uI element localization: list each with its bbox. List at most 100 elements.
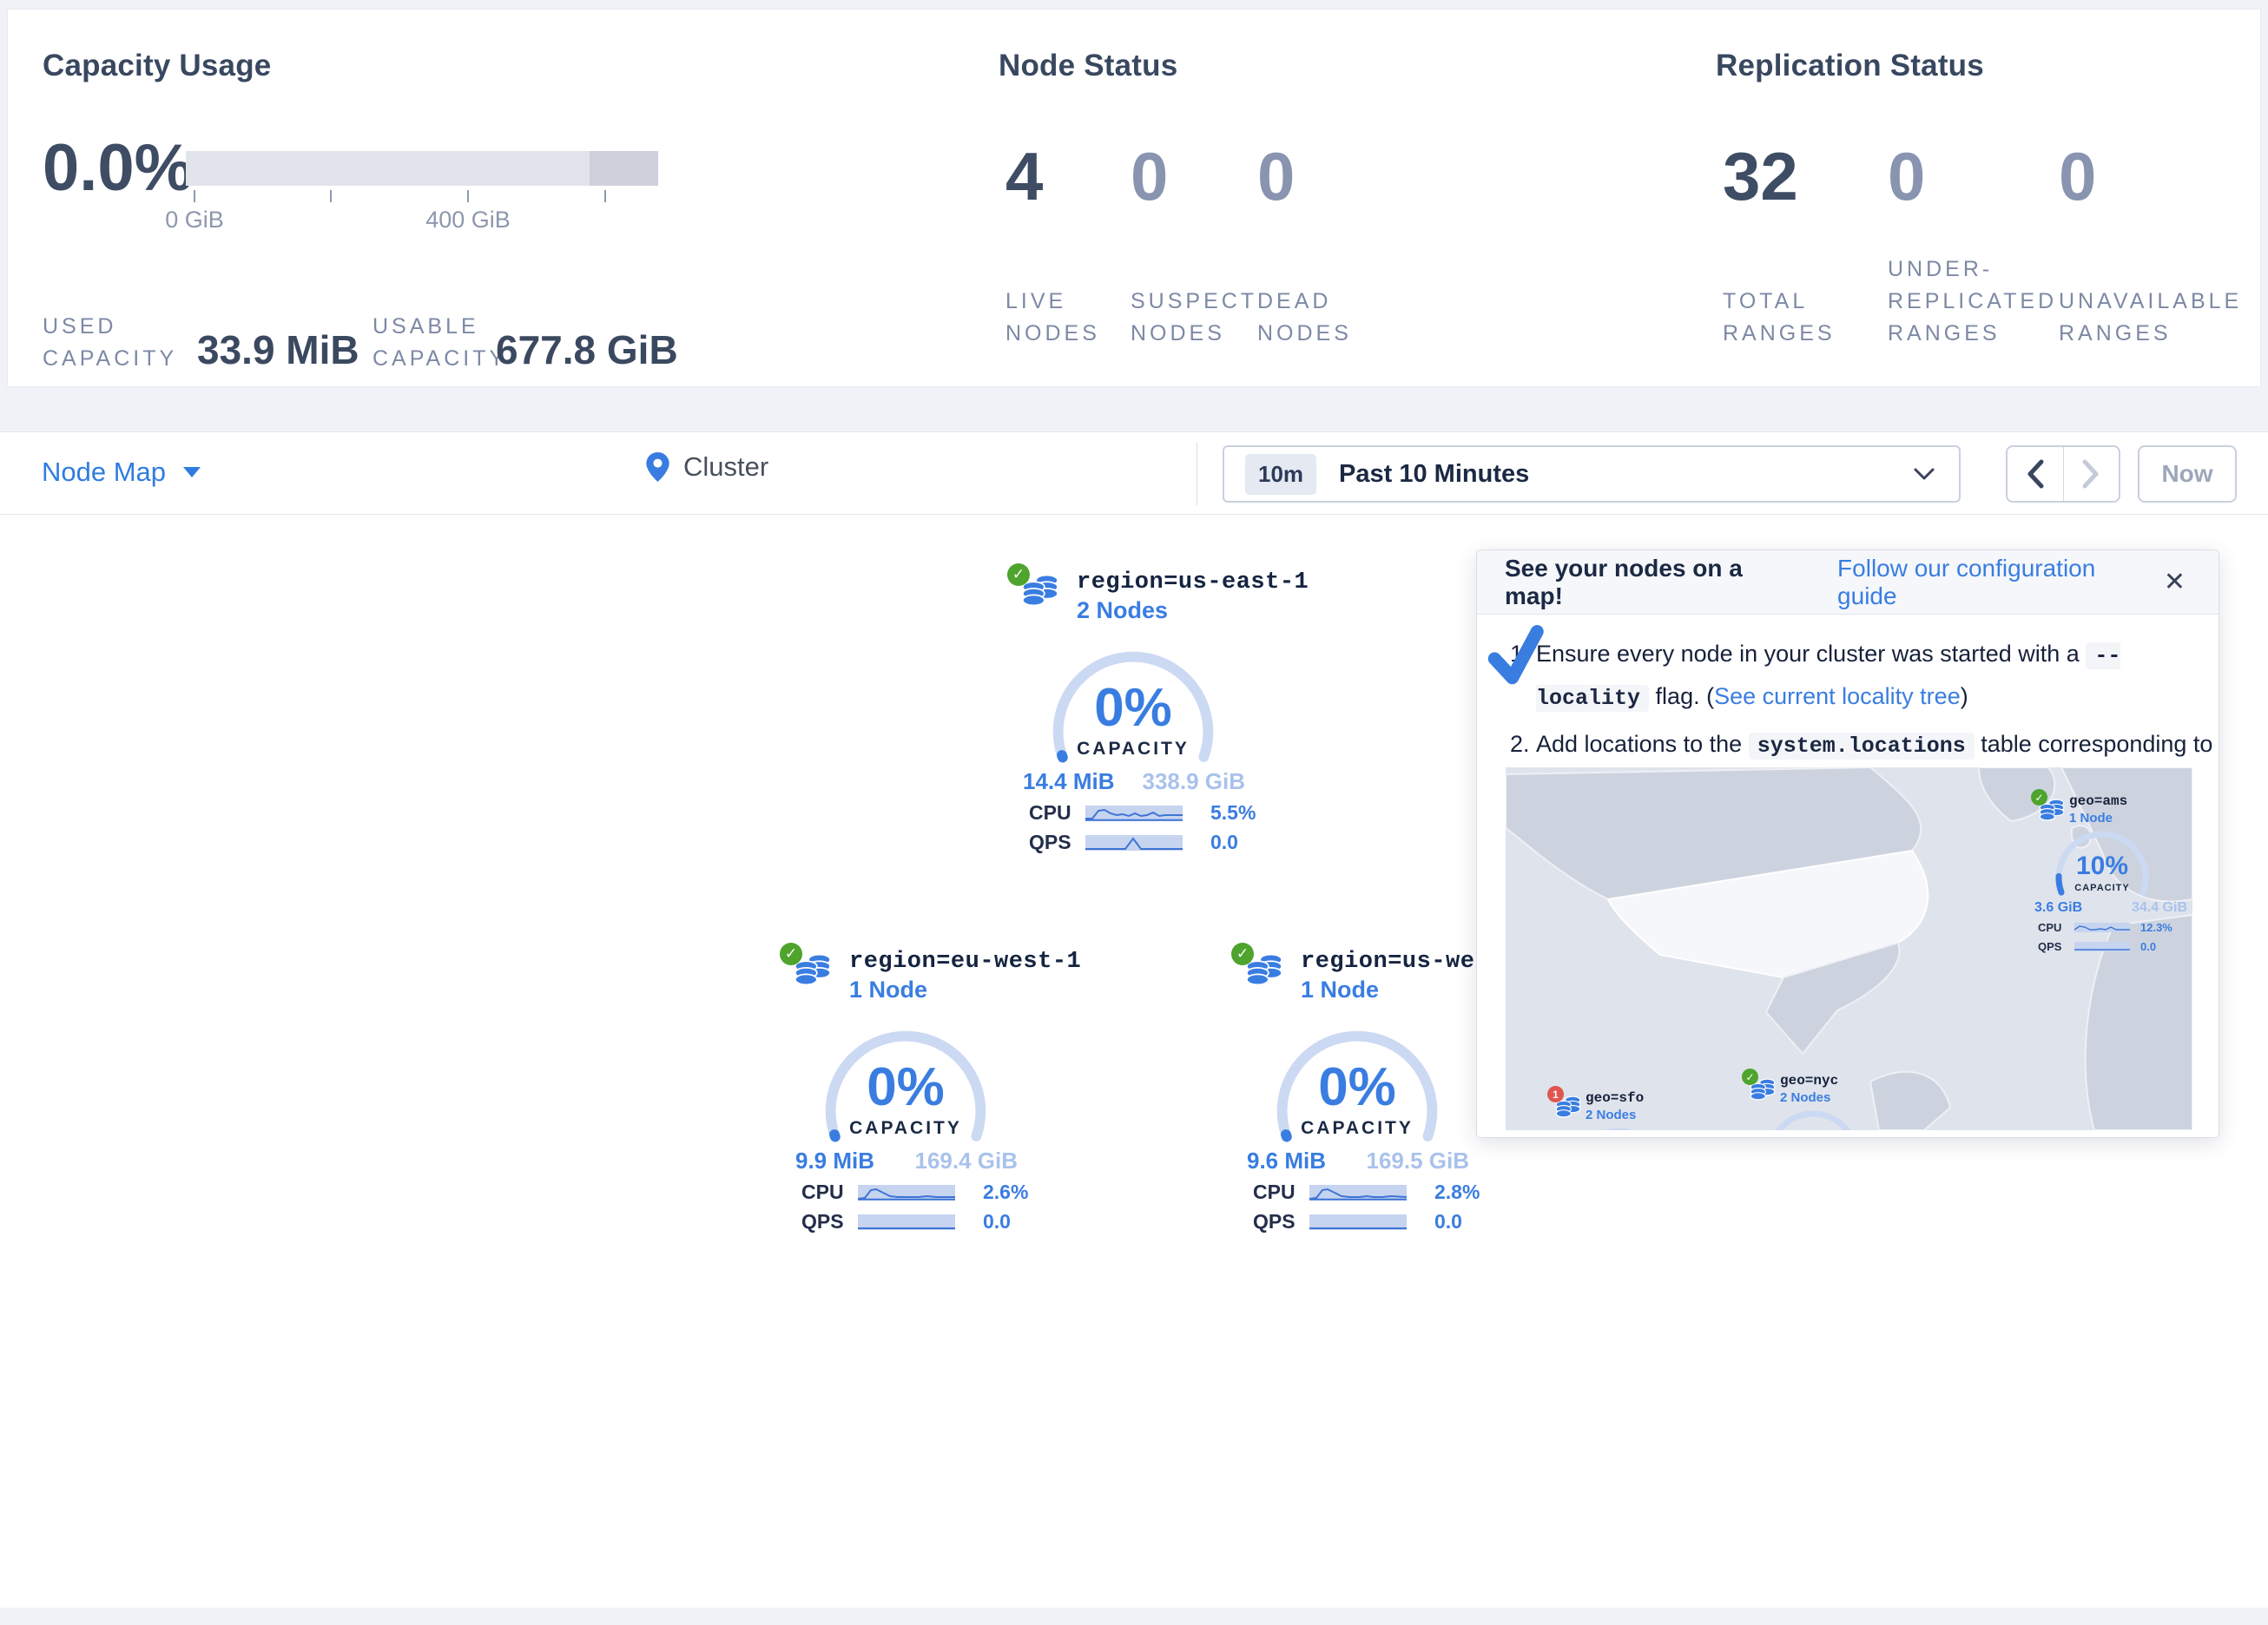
time-step-forward-button[interactable] (2063, 447, 2120, 501)
used-capacity: 9.9 MiB (795, 1148, 874, 1174)
cpu-value: 12.3% (2140, 921, 2172, 934)
mini-capacity-gauge: 6% CAPACITY (1763, 1107, 1863, 1130)
mini-locality-nodes: 1 Node (2069, 810, 2127, 827)
live-nodes-value: 4 (1005, 142, 1043, 210)
total-capacity: 338.9 GiB (1142, 768, 1245, 795)
configuration-guide-link[interactable]: Follow our configuration guide (1837, 555, 2159, 610)
now-button[interactable]: Now (2138, 445, 2237, 503)
locality-card-us-east-1: ✓ region=us-east-1 2 Nodes 0% CAPACITY 1… (1007, 560, 1259, 859)
capacity-bar (186, 151, 658, 186)
step-locality-flag: Ensure every node in your cluster was st… (1536, 634, 2224, 719)
qps-value: 0.0 (1210, 831, 1238, 854)
view-toolbar: Node Map Cluster 10m Past 10 Minutes Now (0, 431, 2268, 515)
time-range-label: Past 10 Minutes (1339, 460, 1529, 489)
breadcrumb-label: Cluster (683, 451, 768, 483)
blue-check-icon (1485, 624, 1552, 688)
popup-title: See your nodes on a map! (1505, 555, 1804, 610)
cpu-value: 2.8% (1434, 1181, 1480, 1204)
used-capacity: 9.6 MiB (1247, 1148, 1326, 1174)
chevron-right-icon (2081, 459, 2100, 489)
cpu-value: 2.6% (983, 1181, 1028, 1204)
dead-nodes-stat: 0 DEAD NODES (1257, 49, 1370, 350)
live-nodes-label: LIVE NODES (1005, 286, 1100, 350)
mini-locality-name: geo=ams (2069, 793, 2127, 810)
mini-locality-nodes: 2 Nodes (1780, 1089, 1838, 1107)
unavailable-ranges-stat: 0 UNAVAILABLE RANGES (2059, 49, 2232, 350)
mini-gauge-capacity-label: CAPACITY (2052, 883, 2153, 893)
locality-name: region=us-east-1 (1077, 569, 1309, 596)
locality-nodes-link[interactable]: 2 Nodes (1077, 596, 1168, 624)
capacity-usage-section: Capacity Usage 0.0% 0 GiB 400 GiB USED C… (43, 49, 963, 83)
qps-sparkline (2074, 942, 2130, 951)
suspect-nodes-value: 0 (1131, 142, 1168, 210)
healthy-badge-icon: ✓ (1231, 943, 1254, 965)
healthy-badge-icon: ✓ (780, 943, 802, 965)
axis-tick (467, 190, 469, 202)
cpu-label: CPU (801, 1181, 858, 1204)
example-node-map-image: 1 geo=sfo 2 Nodes 9% CAPACITY 3.2 GiB (1506, 767, 2192, 1130)
healthy-badge-icon: ✓ (1007, 563, 1030, 586)
unavailable-ranges-value: 0 (2059, 142, 2096, 210)
healthy-badge-icon: ✓ (1742, 1069, 1758, 1085)
used-capacity: 14.4 MiB (1023, 768, 1115, 795)
mini-locality-name: geo=sfo (1586, 1089, 1644, 1107)
locality-card-us-west-1: ✓ region=us-west-1 1 Node 0% CAPACITY 9.… (1231, 939, 1483, 1239)
view-selector-label: Node Map (42, 457, 166, 488)
dead-nodes-value: 0 (1257, 142, 1295, 210)
capacity-usage-title: Capacity Usage (43, 49, 963, 83)
view-selector-node-map[interactable]: Node Map (42, 457, 201, 488)
total-ranges-value: 32 (1723, 142, 1798, 210)
mini-locality-geo-ams: ✓ geo=ams 1 Node 10% CAPACITY 3.6 GiB (2031, 789, 2192, 963)
unavailable-ranges-label: UNAVAILABLE RANGES (2059, 286, 2242, 350)
suspect-nodes-label: SUSPECT NODES (1131, 286, 1257, 350)
locality-nodes-link[interactable]: 1 Node (849, 976, 927, 1003)
qps-value: 0.0 (1434, 1210, 1462, 1234)
close-icon[interactable]: ✕ (2159, 569, 2191, 596)
locality-tree-link[interactable]: See current locality tree (1714, 683, 1961, 709)
locality-card-eu-west-1: ✓ region=eu-west-1 1 Node 0% CAPACITY 9.… (780, 939, 1032, 1239)
usable-capacity-value: 677.8 GiB (496, 326, 678, 373)
under-replicated-label: UNDER- REPLICATED RANGES (1888, 253, 2057, 350)
capacity-bar-used-segment (590, 151, 658, 186)
cluster-summary-bar: Capacity Usage 0.0% 0 GiB 400 GiB USED C… (7, 9, 2261, 387)
locality-nodes-link[interactable]: 1 Node (1301, 976, 1379, 1003)
axis-tick (194, 190, 195, 202)
warning-badge-icon: 1 (1547, 1086, 1564, 1102)
usable-capacity-label: USABLE CAPACITY (373, 311, 507, 375)
mini-capacity-gauge: 9% CAPACITY (1568, 1124, 1669, 1130)
suspect-nodes-stat: 0 SUSPECT NODES (1131, 49, 1243, 350)
axis-label-0: 0 GiB (125, 207, 264, 234)
system-locations-code: system.locations (1749, 733, 1975, 760)
cpu-label: CPU (1029, 801, 1085, 825)
live-nodes-stat: 4 LIVE NODES (1005, 49, 1118, 350)
mini-locality-nodes: 2 Nodes (1586, 1107, 1644, 1124)
breadcrumb-cluster[interactable]: Cluster (646, 451, 768, 483)
qps-sparkline (1309, 1214, 1407, 1230)
locality-name: region=eu-west-1 (849, 948, 1081, 976)
gauge-percent: 0% (1038, 681, 1229, 735)
cpu-value: 5.5% (1210, 801, 1256, 825)
time-step-back-button[interactable] (2008, 447, 2063, 501)
mini-gauge-percent: 10% (2052, 853, 2153, 879)
mini-used-capacity: 3.6 GiB (2034, 900, 2082, 916)
node-map-config-popup: See your nodes on a map! Follow our conf… (1476, 549, 2219, 1138)
gauge-percent: 0% (1262, 1061, 1453, 1115)
qps-value: 0.0 (2140, 940, 2156, 953)
qps-sparkline (858, 1214, 955, 1230)
mini-locality-geo-sfo: 1 geo=sfo 2 Nodes 9% CAPACITY 3.2 GiB (1547, 1086, 1709, 1130)
cpu-sparkline (1085, 806, 1183, 821)
chevron-left-icon (2026, 459, 2045, 489)
qps-label: QPS (1029, 831, 1085, 854)
mini-total-capacity: 34.4 GiB (2132, 900, 2187, 916)
mini-locality-geo-nyc: ✓ geo=nyc 2 Nodes 6% CAPACITY 3.7 GiB (1742, 1069, 1903, 1130)
qps-label: QPS (1253, 1210, 1309, 1234)
chevron-down-icon (1914, 468, 1935, 481)
gauge-capacity-label: CAPACITY (810, 1118, 1001, 1139)
under-replicated-stat: 0 UNDER- REPLICATED RANGES (1888, 49, 2044, 350)
healthy-badge-icon: ✓ (2031, 789, 2047, 806)
cpu-sparkline (1309, 1185, 1407, 1201)
cpu-sparkline (858, 1185, 955, 1201)
time-range-selector[interactable]: 10m Past 10 Minutes (1223, 445, 1961, 503)
gauge-capacity-label: CAPACITY (1262, 1118, 1453, 1139)
total-ranges-label: TOTAL RANGES (1723, 286, 1836, 350)
